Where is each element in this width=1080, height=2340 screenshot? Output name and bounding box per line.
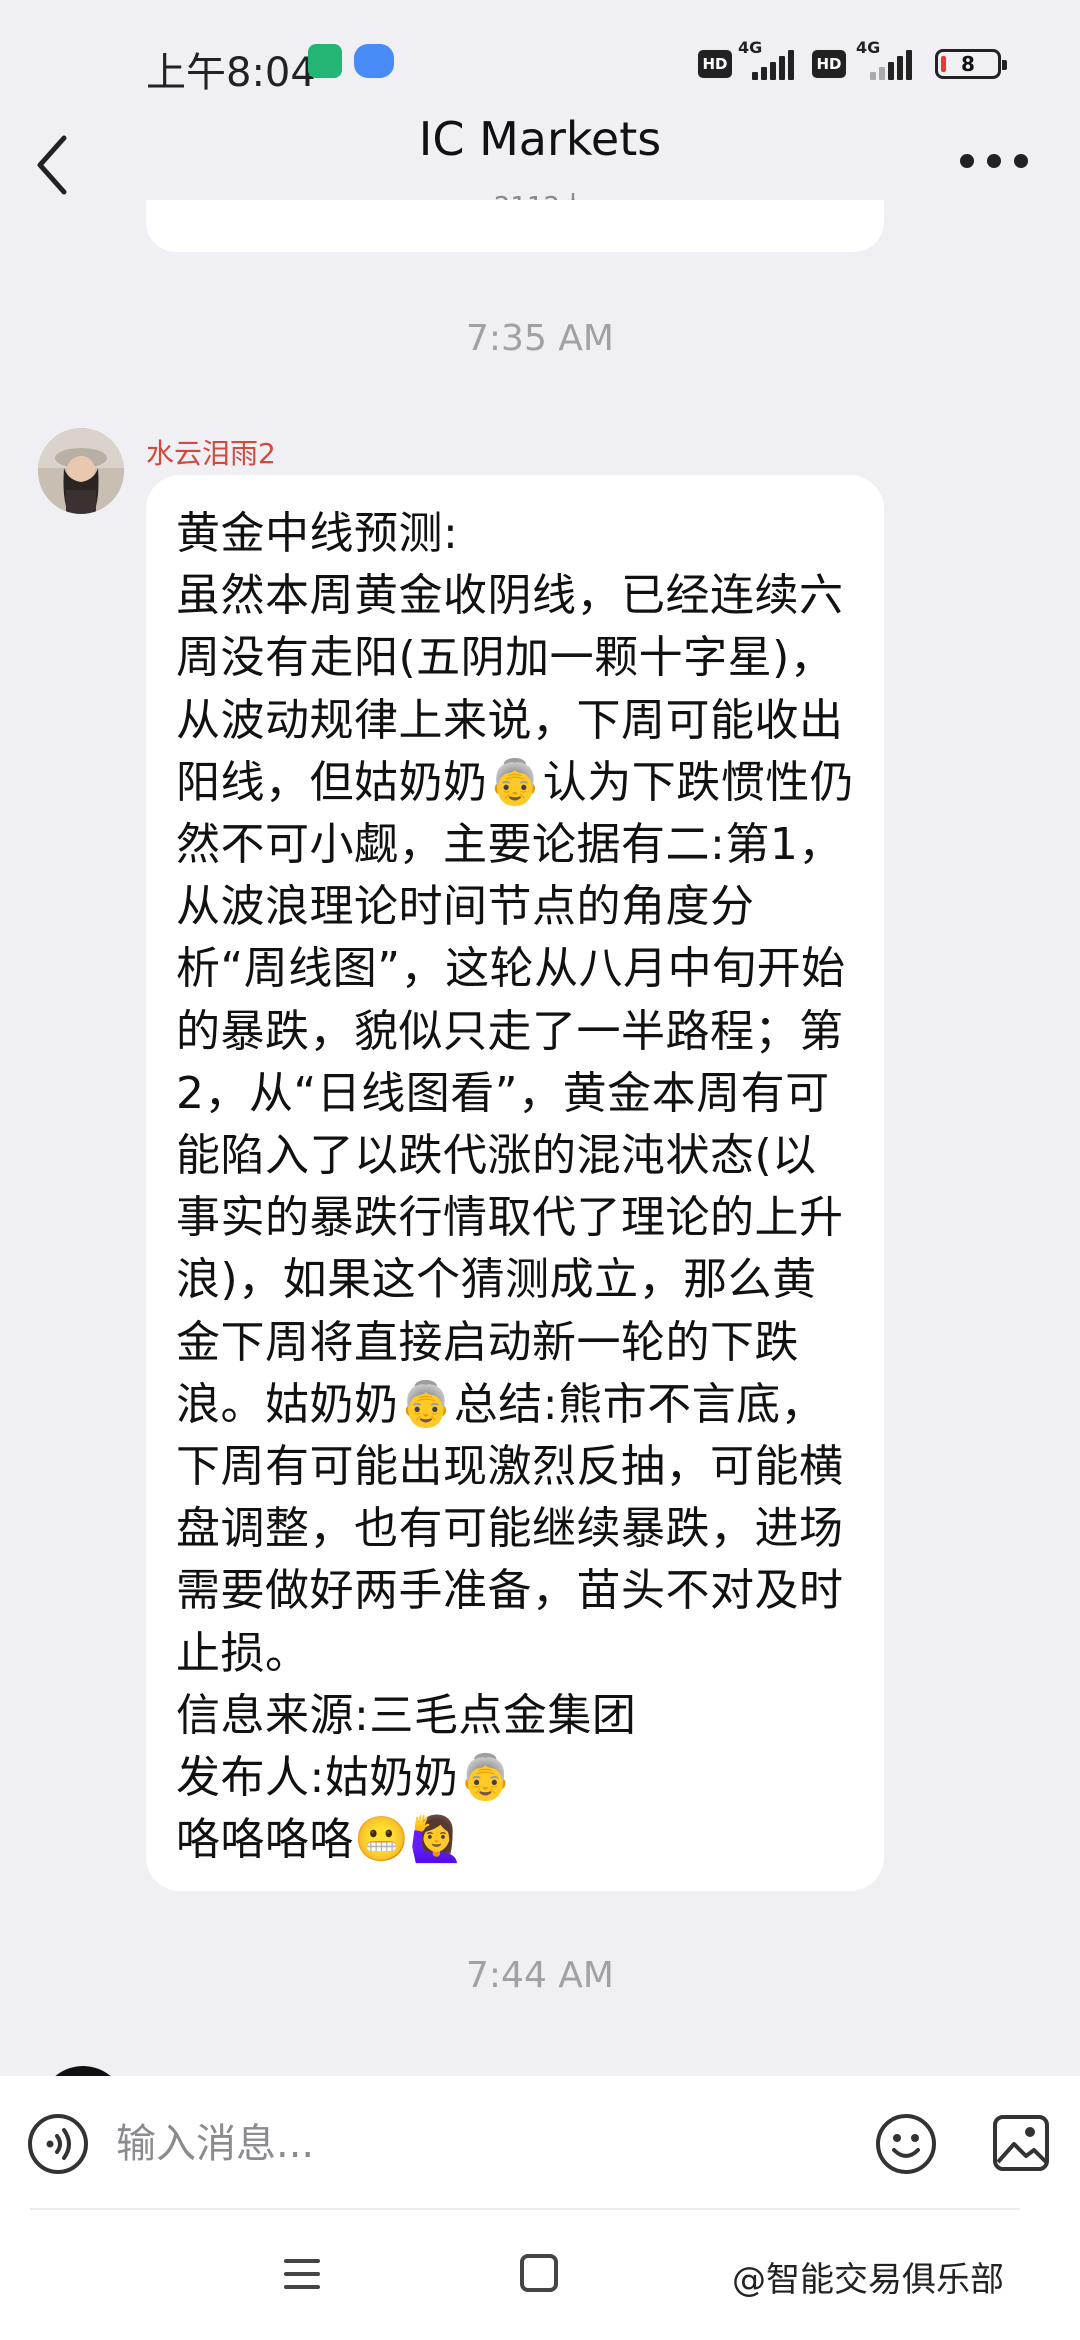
emoji-icon[interactable]: [874, 2112, 938, 2176]
signal-icon: [752, 50, 796, 80]
divider: [30, 2208, 1020, 2210]
sender-name[interactable]: 水云泪雨2: [146, 432, 276, 472]
avatar[interactable]: [38, 428, 124, 514]
avatar-image: [38, 428, 124, 514]
assistant-icon: [354, 44, 394, 78]
message-bubble[interactable]: 黄金中线预测: 虽然本周黄金收阴线，已经连续六周没有走阳(五阴加一颗十字星)，从…: [146, 475, 884, 1891]
time-divider: 7:44 AM: [466, 1955, 614, 1996]
watermark: @智能交易俱乐部: [732, 2260, 1004, 2300]
menu-icon[interactable]: [282, 2256, 322, 2292]
more-icon[interactable]: [960, 146, 1030, 176]
home-icon[interactable]: [520, 2254, 558, 2292]
battery-level-indicator: [941, 56, 946, 72]
battery-icon: 8: [935, 49, 1007, 79]
status-bar: 上午8:04 HD 4G HD 4G 8: [0, 0, 1080, 118]
hd-icon: HD: [812, 50, 846, 78]
shield-icon: [308, 44, 342, 78]
previous-message-bubble[interactable]: [146, 200, 884, 252]
signal-icon: [870, 50, 914, 80]
chat-title: IC Markets: [418, 112, 662, 166]
image-icon[interactable]: [992, 2114, 1050, 2172]
message-text: 黄金中线预测: 虽然本周黄金收阴线，已经连续六周没有走阳(五阴加一颗十字星)，从…: [176, 508, 855, 1866]
time-divider: 7:35 AM: [466, 318, 614, 359]
status-time: 上午8:04: [146, 50, 316, 96]
message-input[interactable]: [116, 2112, 836, 2176]
hd-icon: HD: [698, 50, 732, 78]
voice-icon[interactable]: [26, 2112, 90, 2176]
battery-level: 8: [961, 52, 975, 76]
